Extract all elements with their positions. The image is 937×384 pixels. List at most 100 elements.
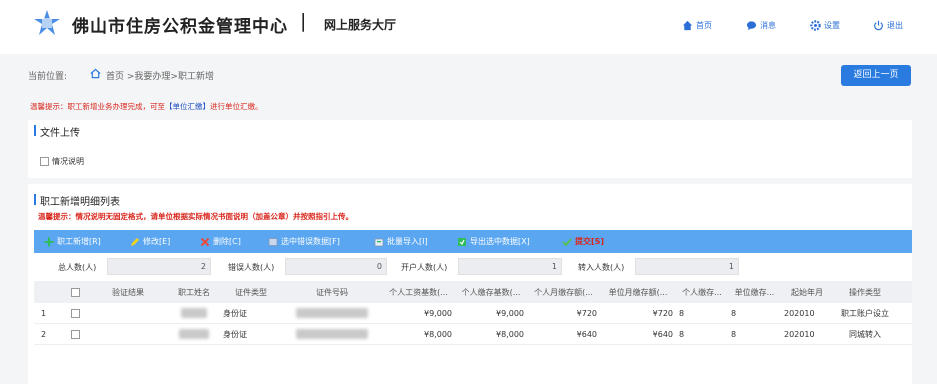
- power-icon: [874, 20, 883, 31]
- col-header[interactable]: 个人月缴存额(...: [527, 281, 600, 303]
- personal-rate-cell: 8: [679, 308, 685, 318]
- verify-cell: [88, 303, 168, 323]
- personal-rate-cell: 8: [679, 329, 685, 339]
- home-icon: [682, 20, 693, 31]
- situation-checkbox-row[interactable]: 情况说明: [40, 156, 84, 167]
- upload-panel: [28, 120, 912, 178]
- tip-top-tail: 进行单位汇缴。: [210, 102, 263, 111]
- row-checkbox[interactable]: [70, 329, 80, 339]
- deposit-base-cell: ¥8,000: [496, 329, 524, 339]
- logo-icon: [34, 10, 60, 35]
- edit-button[interactable]: 修改[E]: [130, 236, 170, 247]
- message-icon: [746, 21, 757, 31]
- col-header[interactable]: 个人缴存基数(...: [455, 281, 527, 303]
- select-all-checkbox[interactable]: [70, 287, 80, 297]
- id-type-cell: 身份证: [223, 308, 247, 318]
- row-select-cell[interactable]: [62, 324, 88, 344]
- back-button[interactable]: 返回上一页: [841, 65, 911, 86]
- grid-header: 验证结果 职工姓名 证件类型 证件号码 个人工资基数(... 个人缴存基数(..…: [34, 281, 912, 303]
- col-header[interactable]: 验证结果: [88, 281, 168, 303]
- col-header[interactable]: 起始年月: [781, 281, 833, 303]
- app-header: 佛山市住房公积金管理中心 | 网上服务大厅 首页 消息 设置 退出: [0, 0, 937, 54]
- unit-rate-cell: 8: [731, 329, 737, 339]
- export-icon: [458, 237, 466, 246]
- salary-base-cell: ¥8,000: [424, 329, 452, 339]
- row-number: 1: [41, 308, 47, 318]
- delete-button[interactable]: 删除[C]: [200, 236, 241, 247]
- submit-label: 提交[S]: [575, 237, 605, 246]
- error-value: 0: [285, 258, 387, 275]
- start-month-cell: 202010: [784, 308, 815, 318]
- col-header[interactable]: 单位月缴存额(...: [600, 281, 676, 303]
- open-label: 开户人数(人): [401, 263, 448, 272]
- edit-label: 修改[E]: [143, 237, 171, 246]
- table-row[interactable]: 1 身份证 ¥9,000 ¥9,000 ¥720 ¥720 8 8 202010…: [34, 303, 912, 324]
- deposit-base-cell: ¥9,000: [496, 308, 524, 318]
- salary-base-cell: ¥9,000: [424, 308, 452, 318]
- table-row[interactable]: 2 身份证 ¥8,000 ¥8,000 ¥640 ¥640 8 8 202010…: [34, 324, 912, 345]
- start-month-cell: 202010: [784, 329, 815, 339]
- transfer-label: 转入人数(人): [578, 263, 625, 272]
- breadcrumb-label: 当前位置:: [28, 72, 68, 82]
- total-label: 总人数(人): [58, 263, 97, 272]
- nav-home[interactable]: 首页: [682, 20, 712, 31]
- breadcrumb[interactable]: 首页 >我要办理>职工新增: [106, 69, 214, 82]
- open-value: 1: [458, 258, 562, 275]
- export-button[interactable]: 导出选中数据[X]: [457, 236, 530, 247]
- list-toolbar: 职工新增[R] 修改[E] 删除[C] 选中错误数据[F] 批量导入[I] 导出…: [34, 230, 912, 253]
- stats-bar: 总人数(人) 2 错误人数(人) 0 开户人数(人) 1 转入人数(人) 1: [34, 254, 912, 280]
- export-label: 导出选中数据[X]: [470, 237, 530, 246]
- select-error-button[interactable]: 选中错误数据[F]: [268, 236, 340, 247]
- list-tip: 温馨提示：情况说明无固定格式，请单位根据实际情况书面说明（加盖公章）并按照指引上…: [38, 212, 353, 221]
- redacted-name: [179, 329, 209, 339]
- row-number: 2: [41, 329, 47, 339]
- id-type-cell: 身份证: [223, 329, 247, 339]
- upload-section-title: 文件上传: [34, 124, 80, 139]
- nav-settings[interactable]: 设置: [810, 20, 840, 31]
- id-number-cell: [282, 324, 382, 344]
- title-separator: |: [300, 10, 307, 32]
- breadcrumb-bar: 当前位置: 首页 >我要办理>职工新增: [0, 54, 937, 96]
- transfer-value: 1: [635, 258, 739, 275]
- col-header[interactable]: 操作类型: [833, 281, 897, 303]
- col-header[interactable]: 证件类型: [220, 281, 282, 303]
- name-cell: [168, 324, 220, 344]
- nav-messages[interactable]: 消息: [746, 20, 776, 31]
- operation-cell: 职工账户设立: [841, 308, 889, 318]
- check-icon: [562, 237, 572, 246]
- col-header[interactable]: 职工姓名: [168, 281, 220, 303]
- col-header[interactable]: 单位缴存...: [728, 281, 781, 303]
- situation-checkbox-label: 情况说明: [52, 157, 84, 166]
- tip-top: 温馨提示：职工新增业务办理完成，可至【单位汇缴】进行单位汇缴。: [30, 101, 263, 112]
- col-header[interactable]: 个人工资基数(...: [382, 281, 455, 303]
- nav-settings-label: 设置: [824, 21, 840, 30]
- batch-import-label: 批量导入[I]: [387, 237, 428, 246]
- add-icon: [44, 237, 54, 246]
- col-header[interactable]: 证件号码: [282, 281, 382, 303]
- redacted-name: [181, 308, 207, 318]
- home-icon: [90, 68, 101, 79]
- select-all-cell[interactable]: [62, 281, 88, 303]
- row-checkbox[interactable]: [70, 308, 80, 318]
- col-header[interactable]: 个人缴存...: [676, 281, 728, 303]
- gear-icon: [810, 20, 821, 31]
- submit-button[interactable]: 提交[S]: [562, 236, 604, 247]
- app-title: 佛山市住房公积金管理中心: [72, 17, 288, 37]
- select-error-label: 选中错误数据[F]: [281, 237, 340, 246]
- unit-rate-cell: 8: [731, 308, 737, 318]
- verify-cell: [88, 324, 168, 344]
- unit-remit-link[interactable]: 【单位汇缴】: [165, 102, 210, 111]
- name-cell: [168, 303, 220, 323]
- row-select-cell[interactable]: [62, 303, 88, 323]
- nav-logout[interactable]: 退出: [873, 20, 903, 31]
- batch-import-button[interactable]: 批量导入[I]: [374, 236, 428, 247]
- edit-icon: [131, 237, 139, 246]
- add-employee-button[interactable]: 职工新增[R]: [44, 236, 101, 247]
- total-value: 2: [107, 258, 211, 275]
- nav-home-label: 首页: [696, 21, 712, 30]
- delete-label: 删除[C]: [213, 237, 241, 246]
- situation-checkbox[interactable]: [40, 157, 49, 166]
- import-icon: [374, 238, 384, 246]
- redacted-id: [296, 329, 368, 339]
- id-number-cell: [282, 303, 382, 323]
